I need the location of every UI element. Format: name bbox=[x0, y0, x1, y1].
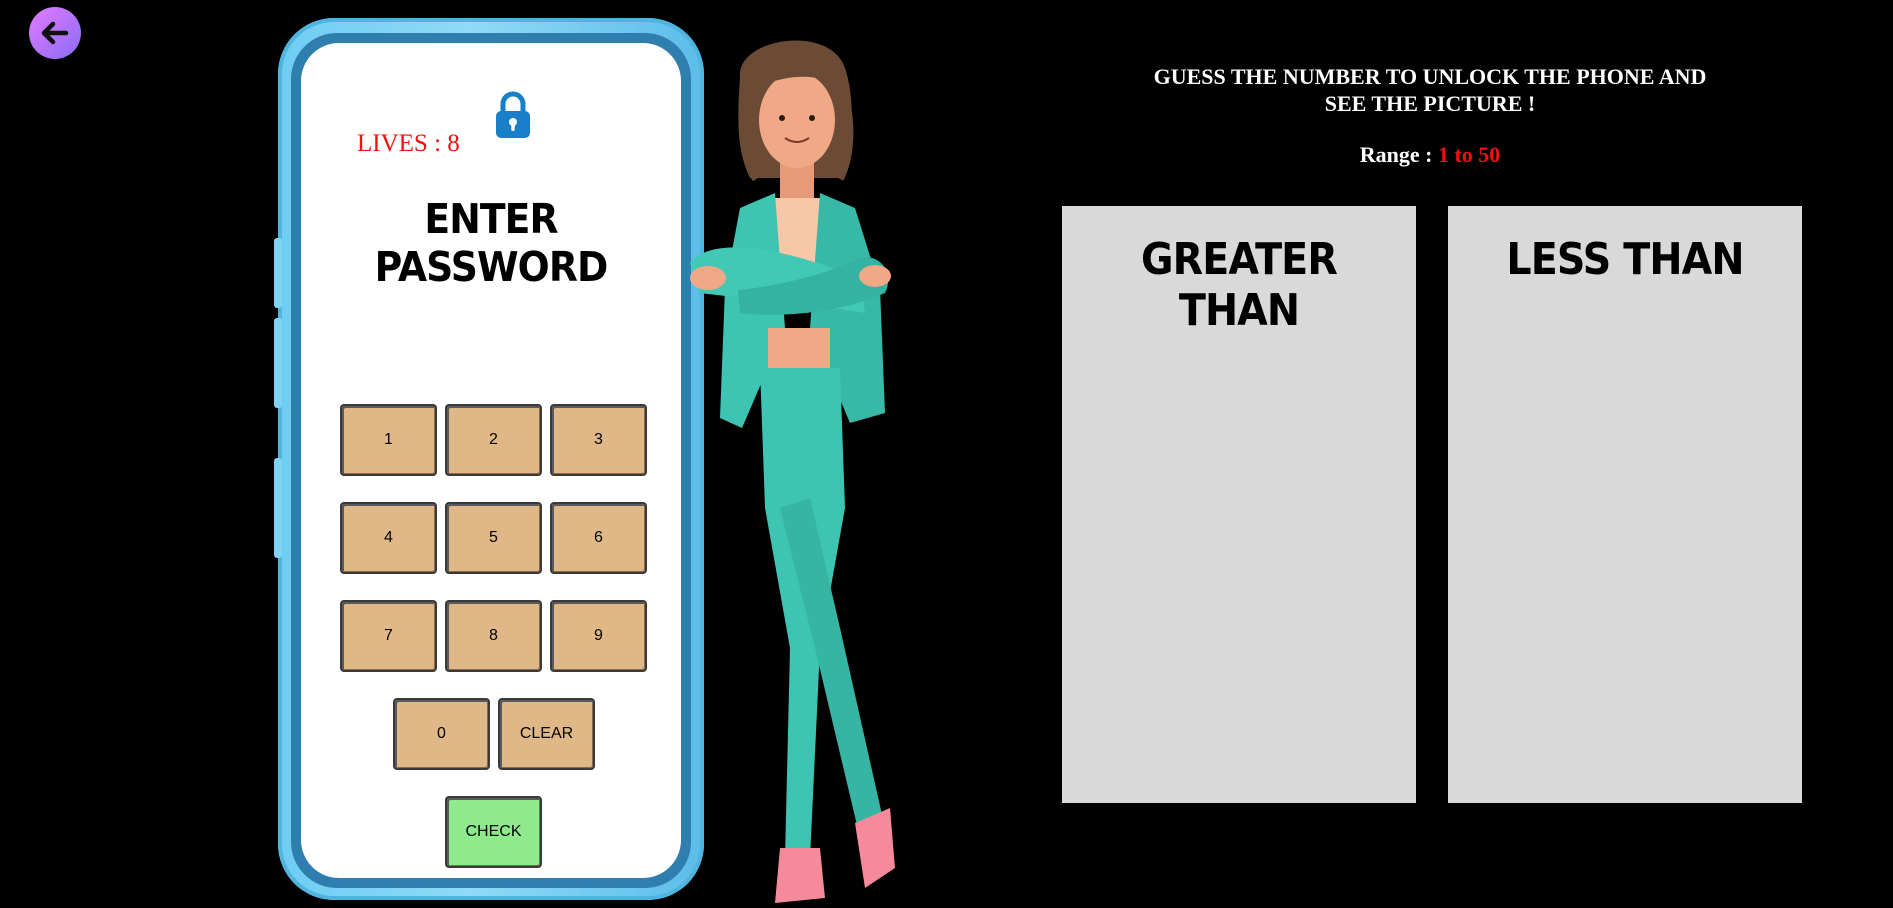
instructions-line-1: GUESS THE NUMBER TO UNLOCK THE PHONE AND bbox=[1153, 64, 1707, 89]
less-than-title: LESS THAN bbox=[1506, 234, 1744, 285]
phone-device: LIVES : 8 ENTER PASSWORD 1 2 3 4 5 6 7 8… bbox=[274, 18, 704, 900]
clear-button[interactable]: CLEAR bbox=[498, 698, 595, 770]
range-info: Range : 1 to 50 bbox=[1100, 142, 1760, 168]
keypad-key-3[interactable]: 3 bbox=[550, 404, 647, 476]
game-screen: LIVES : 8 ENTER PASSWORD 1 2 3 4 5 6 7 8… bbox=[0, 0, 1893, 908]
woman-illustration bbox=[690, 40, 895, 903]
keypad-key-8[interactable]: 8 bbox=[445, 600, 542, 672]
keypad-key-2[interactable]: 2 bbox=[445, 404, 542, 476]
padlock-icon bbox=[496, 91, 530, 138]
less-than-panel: LESS THAN bbox=[1448, 206, 1802, 803]
range-value: 1 to 50 bbox=[1437, 142, 1501, 167]
arrow-left-icon bbox=[41, 21, 69, 45]
greater-than-panel: GREATER THAN bbox=[1062, 206, 1416, 803]
back-button[interactable] bbox=[29, 7, 81, 59]
game-instructions: GUESS THE NUMBER TO UNLOCK THE PHONE AND… bbox=[1100, 63, 1760, 117]
check-button[interactable]: CHECK bbox=[445, 796, 542, 868]
greater-than-title: GREATER THAN bbox=[1141, 234, 1338, 336]
keypad-key-5[interactable]: 5 bbox=[445, 502, 542, 574]
lives-value: 8 bbox=[447, 130, 460, 157]
keypad-key-0[interactable]: 0 bbox=[393, 698, 490, 770]
range-label: Range : bbox=[1359, 142, 1438, 167]
lives-label: LIVES : bbox=[357, 130, 448, 157]
keypad-key-4[interactable]: 4 bbox=[340, 502, 437, 574]
phone-side-button bbox=[274, 238, 282, 308]
keypad-key-7[interactable]: 7 bbox=[340, 600, 437, 672]
lives-counter: LIVES : 8 bbox=[357, 130, 460, 158]
instructions-line-2: SEE THE PICTURE ! bbox=[1324, 91, 1536, 116]
enter-password-title: ENTER PASSWORD bbox=[374, 195, 609, 291]
keypad-key-6[interactable]: 6 bbox=[550, 502, 647, 574]
keypad-key-9[interactable]: 9 bbox=[550, 600, 647, 672]
phone-side-button bbox=[274, 318, 282, 408]
phone-side-button bbox=[274, 458, 282, 558]
keypad-key-1[interactable]: 1 bbox=[340, 404, 437, 476]
